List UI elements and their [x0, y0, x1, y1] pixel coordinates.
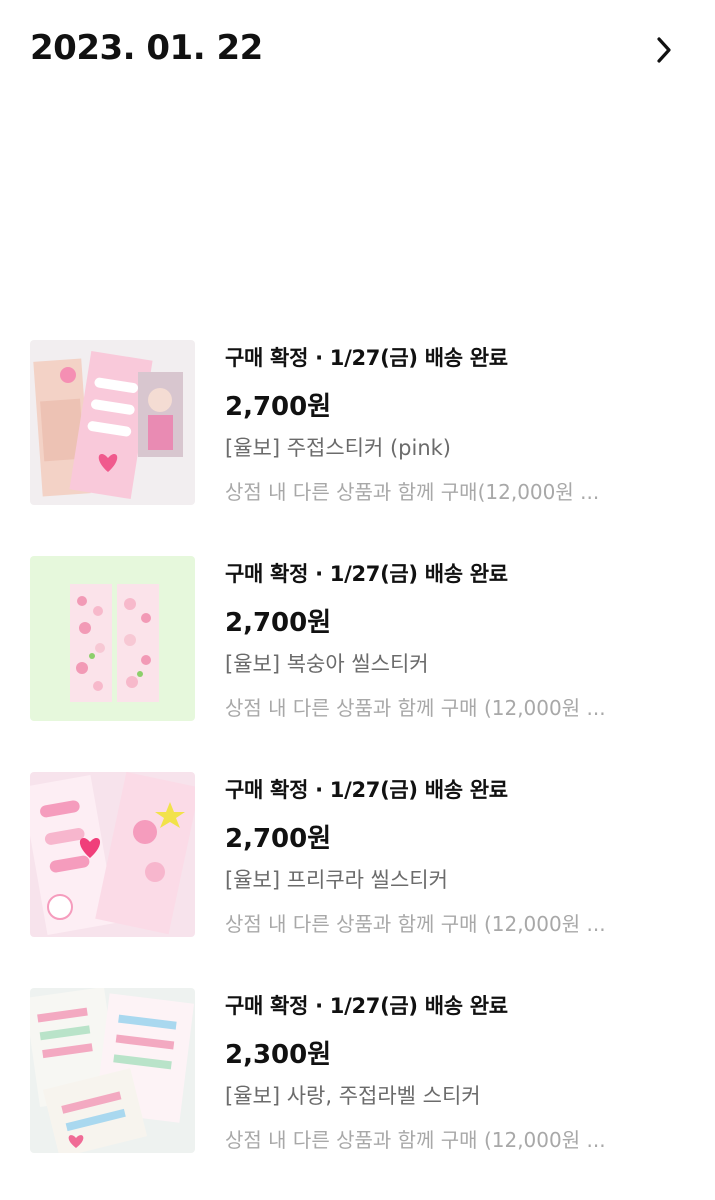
product-name: [율보] 사랑, 주접라벨 스티커: [225, 1084, 481, 1108]
order-status: 구매 확정 · 1/27(금) 배송 완료: [225, 346, 508, 370]
order-price: 2,700원: [225, 608, 332, 638]
order-note: 상점 내 다른 상품과 함께 구매(12,000원 ...: [225, 480, 600, 504]
product-name: [율보] 프리쿠라 씰스티커: [225, 868, 448, 892]
product-thumbnail[interactable]: [30, 340, 195, 505]
product-name: [율보] 주접스티커 (pink): [225, 436, 451, 460]
product-name: [율보] 복숭아 씰스티커: [225, 652, 429, 676]
order-status: 구매 확정 · 1/27(금) 배송 완료: [225, 994, 508, 1018]
product-thumbnail[interactable]: [30, 772, 195, 937]
order-status: 구매 확정 · 1/27(금) 배송 완료: [225, 778, 508, 802]
order-date: 2023. 01. 22: [30, 28, 263, 68]
chevron-right-icon[interactable]: [650, 36, 678, 64]
order-item[interactable]: 구매 확정 · 1/27(금) 배송 완료 2,700원 [율보] 프리쿠라 씰…: [0, 772, 715, 938]
order-price: 2,300원: [225, 1040, 332, 1070]
order-item[interactable]: 구매 확정 · 1/27(금) 배송 완료 2,700원 [율보] 주접스티커 …: [0, 340, 715, 506]
product-thumbnail[interactable]: [30, 556, 195, 721]
order-status: 구매 확정 · 1/27(금) 배송 완료: [225, 562, 508, 586]
order-price: 2,700원: [225, 392, 332, 422]
order-note: 상점 내 다른 상품과 함께 구매 (12,000원 ...: [225, 696, 606, 720]
order-note: 상점 내 다른 상품과 함께 구매 (12,000원 ...: [225, 1128, 606, 1152]
product-thumbnail[interactable]: [30, 988, 195, 1153]
order-header: 2023. 01. 22: [0, 0, 715, 100]
order-item[interactable]: 구매 확정 · 1/27(금) 배송 완료 2,700원 [율보] 복숭아 씰스…: [0, 556, 715, 722]
order-item[interactable]: 구매 확정 · 1/27(금) 배송 완료 2,300원 [율보] 사랑, 주접…: [0, 988, 715, 1154]
order-price: 2,700원: [225, 824, 332, 854]
order-note: 상점 내 다른 상품과 함께 구매 (12,000원 ...: [225, 912, 606, 936]
